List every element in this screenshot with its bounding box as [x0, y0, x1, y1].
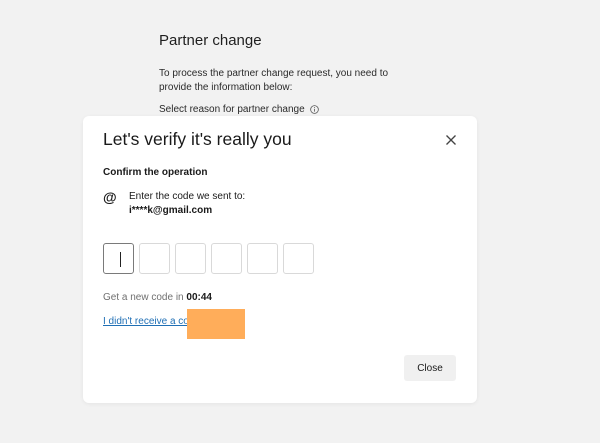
reason-label: Select reason for partner change: [159, 104, 305, 115]
text-caret: [120, 252, 121, 267]
timer-prefix: Get a new code in: [103, 292, 184, 303]
modal-title: Let's verify it's really you: [103, 129, 292, 149]
code-digit-input-3[interactable]: [175, 243, 206, 274]
code-digit-input-5[interactable]: [247, 243, 278, 274]
sent-to-label: Enter the code we sent to:: [129, 191, 246, 202]
code-digit-input-1[interactable]: [103, 243, 134, 274]
masked-email: i****k@gmail.com: [129, 205, 213, 216]
code-digit-input-4[interactable]: [211, 243, 242, 274]
code-digit-input-2[interactable]: [139, 243, 170, 274]
section-label: Confirm the operation: [103, 167, 208, 178]
close-button[interactable]: Close: [404, 355, 456, 381]
verify-modal: Let's verify it's really you Confirm the…: [83, 116, 477, 403]
resend-timer: Get a new code in 00:44: [103, 292, 212, 303]
code-digit-input-6[interactable]: [283, 243, 314, 274]
info-icon[interactable]: [309, 105, 319, 114]
at-sign-icon: @: [103, 189, 117, 205]
sent-to-info: Enter the code we sent to: i****k@gmail.…: [129, 190, 245, 218]
code-input-row: [103, 243, 314, 274]
close-icon[interactable]: [445, 134, 457, 146]
reason-label-row: Select reason for partner change: [159, 104, 319, 115]
page-description: To process the partner change request, y…: [159, 68, 389, 93]
redaction-overlay: [187, 309, 245, 339]
timer-value: 00:44: [186, 292, 212, 303]
page-title: Partner change: [159, 32, 262, 49]
resend-code-link[interactable]: I didn't receive a co: [103, 316, 189, 327]
